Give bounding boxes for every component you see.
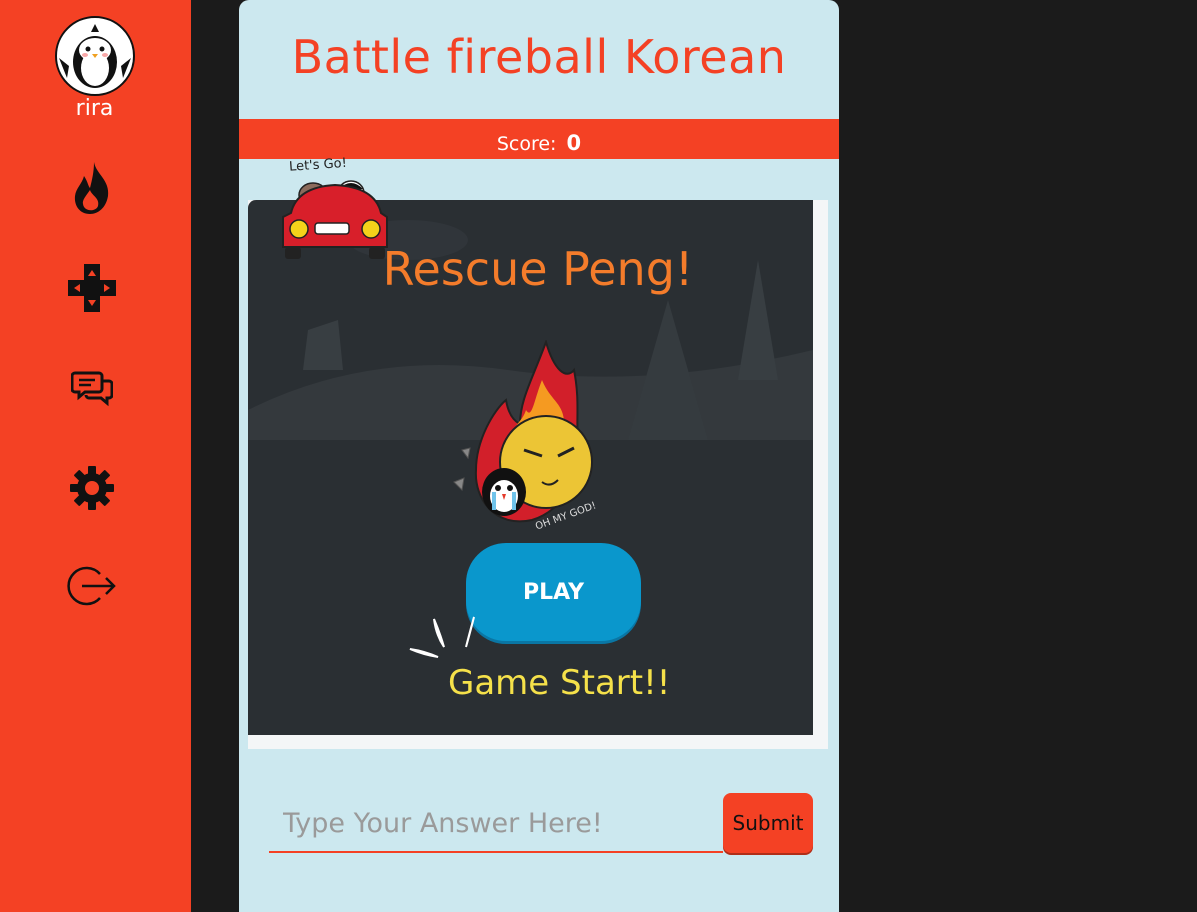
score-bar: Score: 0 xyxy=(239,119,839,159)
game-panel: Battle fireball Korean Score: 0 Let's Go… xyxy=(239,0,839,912)
fireball-illustration: OH MY GOD! xyxy=(446,338,616,533)
gamepad-icon[interactable] xyxy=(62,258,122,318)
answer-input[interactable] xyxy=(269,795,723,853)
fire-icon[interactable] xyxy=(62,158,122,218)
penguin-avatar[interactable] xyxy=(55,16,135,96)
page-title: Battle fireball Korean xyxy=(291,30,787,84)
gear-icon[interactable] xyxy=(62,458,122,518)
score-value: 0 xyxy=(566,131,582,155)
sparkle-icon xyxy=(408,615,478,660)
sidebar: rira xyxy=(0,0,191,912)
play-button[interactable]: PLAY xyxy=(466,543,641,641)
submit-button[interactable]: Submit xyxy=(723,793,813,853)
score-label: Score: xyxy=(496,133,557,155)
game-title: Rescue Peng! xyxy=(382,242,694,296)
chat-icon[interactable] xyxy=(62,358,122,418)
logout-icon[interactable] xyxy=(62,556,122,616)
game-start-text: Game Start!! xyxy=(448,663,671,703)
game-canvas[interactable]: Let's Go! Rescue Peng! OH MY GOD! PLAY G… xyxy=(248,156,828,749)
svg-text:Let's Go!: Let's Go! xyxy=(289,156,348,175)
username: rira xyxy=(75,96,114,121)
